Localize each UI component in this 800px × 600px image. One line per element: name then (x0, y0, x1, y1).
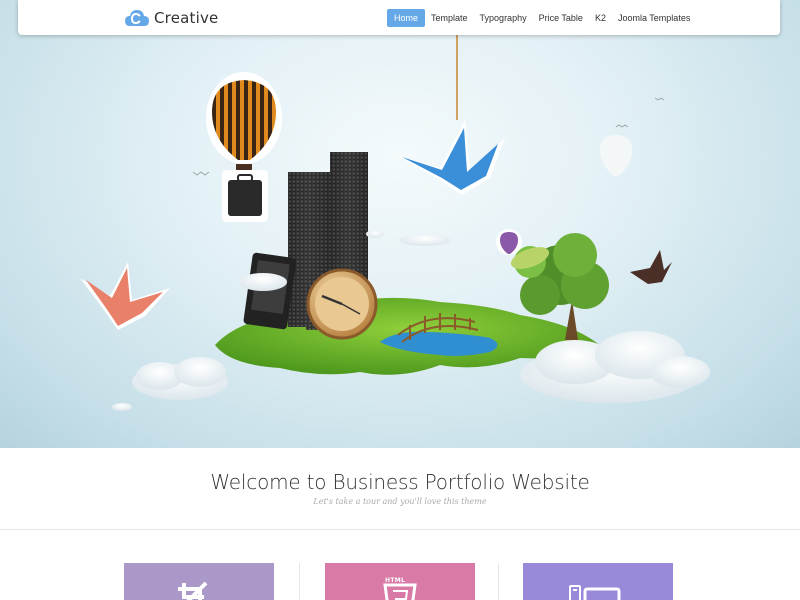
brand-logo[interactable]: Creative (124, 7, 219, 29)
pink-origami-crane (80, 262, 170, 330)
purple-balloon (496, 229, 522, 255)
white-balloon (600, 135, 632, 176)
nav-joomla-templates[interactable]: Joomla Templates (612, 9, 696, 27)
devices-icon (569, 585, 621, 600)
nav-template[interactable]: Template (425, 9, 474, 27)
hero-illustration (80, 35, 710, 411)
hot-air-balloon (206, 72, 282, 174)
clock (306, 268, 378, 340)
feature-card-html5[interactable]: HTML (325, 563, 475, 600)
briefcase (222, 170, 268, 222)
welcome-subtitle: Let's take a tour and you'll love this t… (313, 497, 487, 506)
nav-price-table[interactable]: Price Table (533, 9, 589, 27)
cloud-c-logo-icon (125, 10, 149, 26)
nav-home[interactable]: Home (387, 9, 426, 27)
nav-k2[interactable]: K2 (589, 9, 612, 27)
main-menu: Home Template Typography Price Table K2 … (387, 9, 696, 27)
feature-card-crop[interactable] (124, 563, 274, 600)
crop-icon (178, 581, 208, 600)
section-divider (0, 529, 800, 530)
dark-origami-crane (630, 250, 672, 284)
html5-icon (383, 583, 417, 600)
blue-origami-crane (396, 120, 505, 195)
welcome-title: Welcome to Business Portfolio Website (210, 470, 590, 494)
nav-typography[interactable]: Typography (474, 9, 533, 27)
card-separator (299, 563, 300, 600)
card-separator (498, 563, 499, 600)
brand-name: Creative (154, 9, 219, 27)
hero-banner (0, 0, 800, 448)
feature-card-devices[interactable] (523, 563, 673, 600)
top-navbar: Creative Home Template Typography Price … (18, 0, 780, 35)
